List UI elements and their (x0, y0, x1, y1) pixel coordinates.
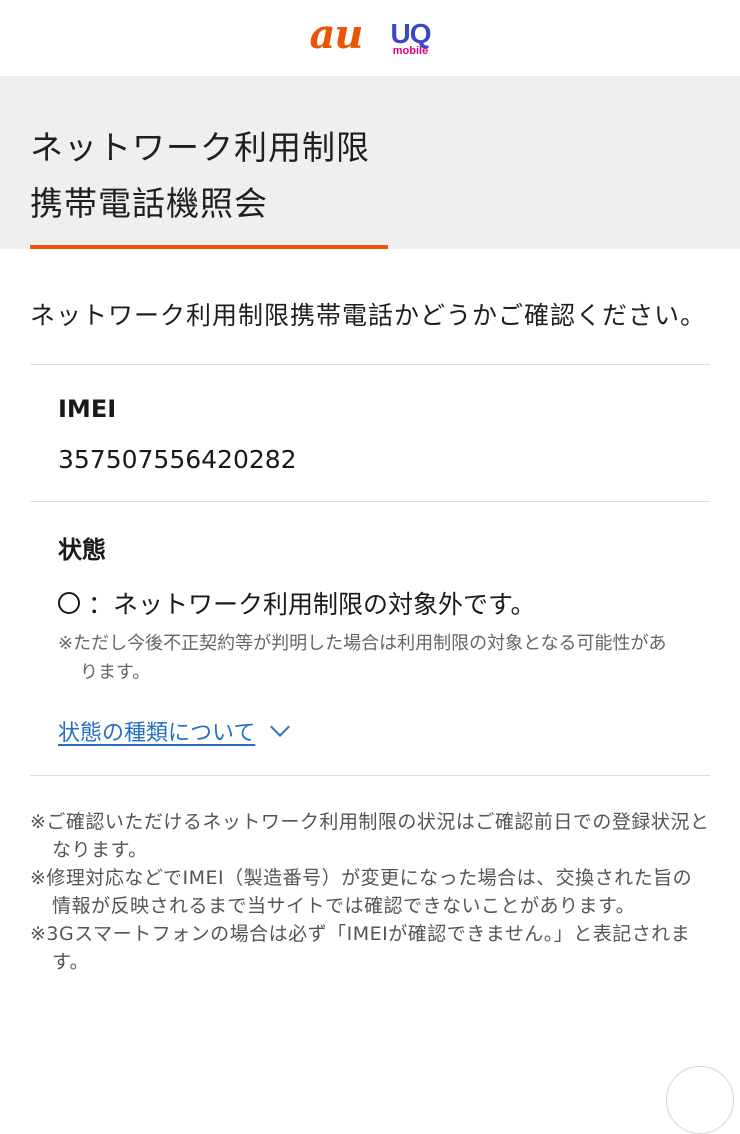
site-header: au UQ mobile (0, 0, 740, 76)
main-content: ネットワーク利用制限携帯電話かどうかご確認ください。 IMEI 35750755… (0, 294, 740, 976)
intro-text: ネットワーク利用制限携帯電話かどうかご確認ください。 (30, 301, 707, 330)
page-title-line1: ネットワーク利用制限 (30, 128, 370, 167)
footer-notes: ※ご確認いただけるネットワーク利用制限の状況はご確認前日での登録状況となります。… (30, 808, 710, 976)
circle-ok-icon (58, 592, 80, 614)
page-title-line2: 携帯電話機照会 (30, 184, 268, 223)
divider (30, 775, 710, 776)
footer-note-3: ※3Gスマートフォンの場合は必ず「IMEIが確認できません。」と表記されます。 (30, 923, 691, 973)
status-note: ※ただし今後不正契約等が判明した場合は利用制限の対象となる可能性があります。 (58, 633, 667, 683)
imei-label: IMEI (58, 395, 117, 423)
mobile-logo-text: mobile (392, 44, 429, 57)
page-title-band: ネットワーク利用制限 携帯電話機照会 (0, 76, 740, 249)
chevron-down-icon[interactable] (270, 717, 291, 737)
imei-section: IMEI 357507556420282 (30, 365, 710, 501)
footer-note-1: ※ご確認いただけるネットワーク利用制限の状況はご確認前日での登録状況となります。 (30, 811, 710, 861)
footer-note-2: ※修理対応などでIMEI（製造番号）が変更になった場合は、交換された旨の情報が反… (30, 867, 693, 917)
status-label: 状態 (58, 536, 106, 564)
uq-mobile-logo[interactable]: UQ mobile (390, 17, 432, 57)
scroll-to-top-button[interactable] (666, 1066, 734, 1134)
status-types-link[interactable]: 状態の種類について (58, 715, 255, 747)
status-result-text: ：ネットワーク利用制限の対象外です。 (88, 590, 536, 619)
title-accent-underline (30, 245, 388, 249)
imei-value: 357507556420282 (58, 445, 297, 474)
uq-logo-text: UQ (390, 17, 432, 49)
status-result: ：ネットワーク利用制限の対象外です。 (58, 585, 682, 621)
status-section: 状態 ：ネットワーク利用制限の対象外です。 ※ただし今後不正契約等が判明した場合… (30, 502, 710, 775)
au-logo[interactable]: au (310, 15, 364, 55)
status-types-toggle[interactable]: 状態の種類について (58, 715, 682, 747)
